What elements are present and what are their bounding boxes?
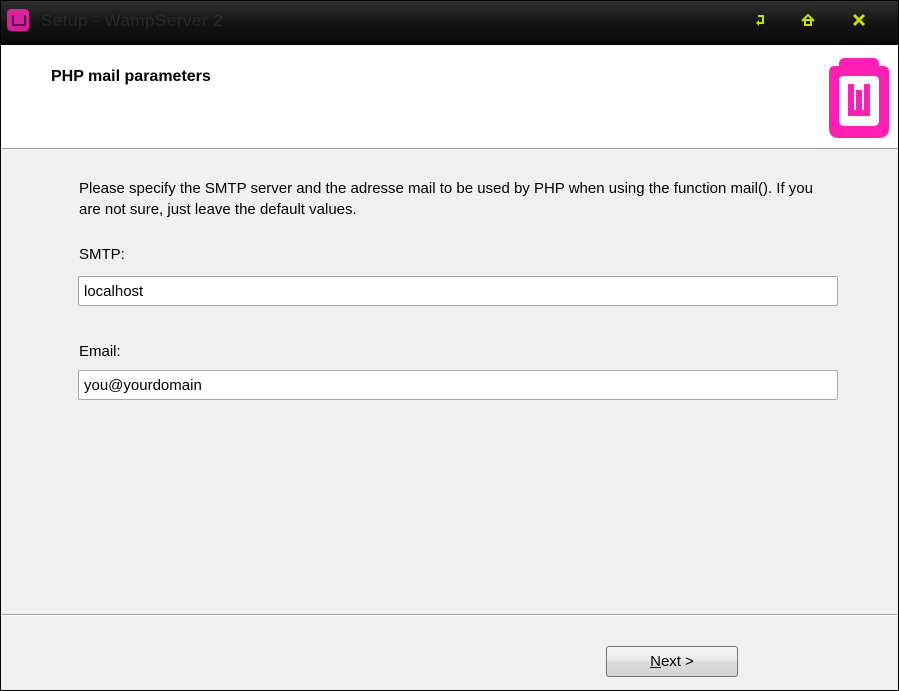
next-button-mnemonic: N — [650, 653, 661, 670]
page-title: PHP mail parameters — [51, 68, 211, 85]
wampserver-app-icon — [7, 9, 29, 31]
smtp-label: SMTP: — [79, 246, 125, 263]
title-bar[interactable]: Setup - WampServer 2 — [1, 1, 898, 45]
wampserver-logo — [829, 58, 889, 138]
minimize-icon — [756, 15, 764, 26]
description-text: Please specify the SMTP server and the a… — [79, 180, 813, 218]
wizard-header: PHP mail parameters — [1, 45, 898, 149]
email-label: Email: — [79, 343, 121, 360]
minimize-button[interactable] — [751, 10, 771, 30]
close-icon — [852, 13, 866, 27]
home-icon — [801, 13, 815, 26]
wizard-content: Please specify the SMTP server and the a… — [1, 149, 898, 614]
wizard-footer: Next > — [1, 616, 898, 690]
next-button[interactable]: Next > — [606, 646, 738, 677]
smtp-input[interactable] — [78, 276, 838, 306]
close-button[interactable] — [849, 10, 869, 30]
restore-button[interactable] — [798, 10, 818, 30]
setup-window: Setup - WampServer 2 PHP mail parameters — [0, 0, 899, 691]
email-input[interactable] — [78, 370, 838, 400]
next-button-label: ext > — [660, 653, 694, 670]
window-title: Setup - WampServer 2 — [41, 11, 224, 30]
